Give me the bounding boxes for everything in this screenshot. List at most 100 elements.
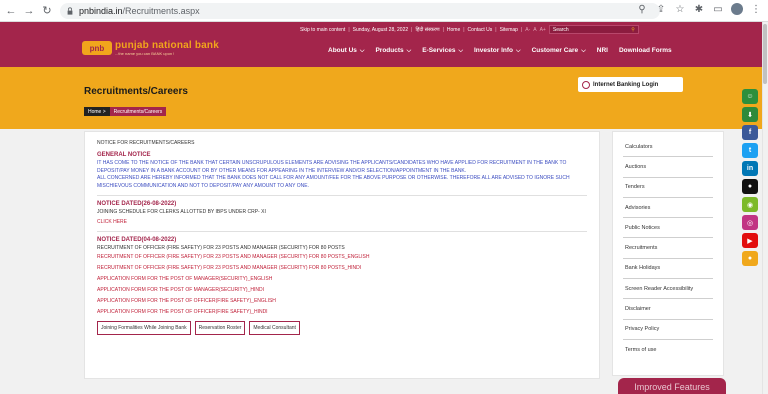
breadcrumb: Home > Recruitments/Careers xyxy=(84,107,167,116)
scrollbar-thumb[interactable] xyxy=(763,24,767,84)
general-notice-p1: IT HAS COME TO THE NOTICE OF THE BANK TH… xyxy=(97,160,567,174)
chevron-down-icon: ⌵ xyxy=(581,48,586,54)
search-input[interactable]: Search ⚲ xyxy=(548,25,639,34)
nav-label: E-Services xyxy=(422,47,456,54)
twitter-icon[interactable]: t xyxy=(742,143,758,158)
page-title: Recruitments/Careers xyxy=(84,86,188,97)
share-icon[interactable]: ⇪ xyxy=(655,3,667,15)
page-banner: Recruitments/Careers Home > Recruitments… xyxy=(0,67,762,129)
contact-link[interactable]: Contact Us xyxy=(468,27,493,33)
logo-brand: punjab national bank xyxy=(115,40,220,51)
sidebar: Calculators Auctions Tenders Advisories … xyxy=(612,131,724,376)
font-large-button[interactable]: A+ xyxy=(540,27,546,33)
chevron-down-icon: ⌵ xyxy=(516,48,521,54)
nav-label: Customer Care xyxy=(531,47,579,54)
assistant-icon[interactable]: ● xyxy=(742,251,758,266)
medical-consultant-button[interactable]: Medical Consultant xyxy=(249,321,300,335)
breadcrumb-current: Recruitments/Careers xyxy=(109,107,167,116)
chevron-down-icon: ⌵ xyxy=(359,48,365,54)
social-bar: ☺ ⬇ f t in ● ◉ ◎ ▶ ● xyxy=(742,89,758,266)
nav-label: About Us xyxy=(328,47,357,54)
breadcrumb-home[interactable]: Home > xyxy=(84,107,110,116)
reload-icon[interactable]: ↻ xyxy=(40,4,54,18)
sidebar-item-screen-reader[interactable]: Screen Reader Accessibility xyxy=(623,279,713,300)
joining-formalities-button[interactable]: Joining Formalities While Joining Bank xyxy=(97,321,191,335)
instagram-icon[interactable]: ◎ xyxy=(742,215,758,230)
sidebar-item-calculators[interactable]: Calculators xyxy=(623,137,713,158)
font-normal-button[interactable]: A xyxy=(533,27,536,33)
nav-products[interactable]: Products ⌵ xyxy=(375,47,411,55)
search-placeholder: Search xyxy=(552,26,569,33)
internet-banking-login-button[interactable]: Internet Banking Login xyxy=(578,77,683,92)
nav-investor-info[interactable]: Investor Info ⌵ xyxy=(474,47,521,55)
logo-mark: pnb xyxy=(82,41,112,55)
nav-label: Products xyxy=(375,47,404,54)
forward-icon[interactable]: → xyxy=(22,4,36,18)
sidebar-item-public-notices[interactable]: Public Notices xyxy=(623,218,713,239)
nav-customer-care[interactable]: Customer Care ⌵ xyxy=(532,47,586,55)
divider xyxy=(97,195,587,196)
general-notice-title: GENERAL NOTICE xyxy=(97,152,151,158)
sidebar-item-advisories[interactable]: Advisories xyxy=(623,198,713,219)
sidebar-item-privacy-policy[interactable]: Privacy Policy xyxy=(623,320,713,340)
pnb-logo[interactable]: pnb punjab national bank ...the name you… xyxy=(82,40,219,56)
notice1-title: NOTICE DATED(26-08-2022) xyxy=(97,201,177,207)
search-icon[interactable]: ⚲ xyxy=(631,27,635,33)
list-item-link[interactable]: RECRUITMENT OF OFFICER (FIRE SAFETY) FOR… xyxy=(97,252,587,263)
divider xyxy=(97,231,587,232)
list-item-link[interactable]: APPLICATION FORM FOR THE POST OF MANAGER… xyxy=(97,285,587,296)
general-notice-p2: ALL CONCERNED ARE HEREBY INFORMED THAT T… xyxy=(97,175,570,189)
font-small-button[interactable]: A- xyxy=(525,27,530,33)
button-row: Joining Formalities While Joining Bank R… xyxy=(97,321,587,335)
linkedin-icon[interactable]: in xyxy=(742,161,758,176)
list-item-link[interactable]: RECRUITMENT OF OFFICER (FIRE SAFETY) FOR… xyxy=(97,263,587,274)
browser-toolbar: ← → ↻ pnbindia.in/Recruitments.aspx ⚲ ⇪ … xyxy=(0,0,768,22)
login-icon xyxy=(582,80,590,89)
nav-about-us[interactable]: About Us ⌵ xyxy=(328,47,364,55)
android-icon[interactable]: ◉ xyxy=(742,197,758,212)
notice1-text: JOINING SCHEDULE FOR CLERKS ALLOTTED BY … xyxy=(97,209,266,215)
download-icon[interactable]: ⬇ xyxy=(742,107,758,122)
nav-e-services[interactable]: E-Services ⌵ xyxy=(422,47,463,55)
notice2-title: NOTICE DATED(04-08-2022) xyxy=(97,237,177,243)
hindi-link[interactable]: हिंदी संस्करण xyxy=(415,27,439,33)
lock-icon xyxy=(67,7,73,15)
list-item-link[interactable]: APPLICATION FORM FOR THE POST OF OFFICER… xyxy=(97,296,587,307)
sidebar-item-bank-holidays[interactable]: Bank Holidays xyxy=(623,259,713,280)
notice-heading: NOTICE FOR RECRUITMENTS/CAREERS xyxy=(97,140,195,146)
people-icon[interactable]: ☺ xyxy=(742,89,758,104)
nav-download-forms[interactable]: Download Forms xyxy=(619,47,672,55)
reservation-roster-button[interactable]: Reservation Roster xyxy=(194,321,246,335)
extensions-icon[interactable]: ✱ xyxy=(693,3,705,15)
improved-features-tab[interactable]: Improved Features xyxy=(618,378,726,394)
home-link[interactable]: Home xyxy=(447,27,460,33)
sidebar-item-terms-of-use[interactable]: Terms of use xyxy=(623,340,713,360)
header: Skip to main content | Sunday, August 28… xyxy=(0,22,762,67)
main-nav: About Us ⌵ Products ⌵ E-Services ⌵ Investor… xyxy=(328,47,672,55)
nav-nri[interactable]: NRI xyxy=(597,47,608,55)
notice2-list: RECRUITMENT OF OFFICER (FIRE SAFETY) FOR… xyxy=(97,245,587,318)
date-text: Sunday, August 28, 2022 xyxy=(352,26,409,33)
list-item-link[interactable]: APPLICATION FORM FOR THE POST OF MANAGER… xyxy=(97,274,587,285)
facebook-icon[interactable]: f xyxy=(742,125,758,140)
sitemap-link[interactable]: Sitemap xyxy=(500,27,518,33)
list-item-link[interactable]: APPLICATION FORM FOR THE POST OF OFFICER… xyxy=(97,307,587,318)
address-bar[interactable]: pnbindia.in/Recruitments.aspx xyxy=(60,3,660,19)
sidepanel-icon[interactable]: ▭ xyxy=(712,3,724,15)
skip-link[interactable]: Skip to main content xyxy=(300,27,345,33)
login-label: Internet Banking Login xyxy=(593,81,659,88)
click-here-link[interactable]: CLICK HERE xyxy=(97,219,587,226)
sidebar-item-recruitments[interactable]: Recruitments xyxy=(623,238,713,259)
logo-tagline: ...the name you can BANK upon ! xyxy=(115,51,175,56)
back-icon[interactable]: ← xyxy=(4,4,18,18)
apple-icon[interactable]: ● xyxy=(742,179,758,194)
profile-avatar[interactable] xyxy=(731,3,743,15)
sidebar-item-tenders[interactable]: Tenders xyxy=(623,178,713,198)
star-icon[interactable]: ☆ xyxy=(674,3,686,15)
nav-label: Investor Info xyxy=(474,47,514,54)
youtube-icon[interactable]: ▶ xyxy=(742,233,758,248)
sidebar-item-auctions[interactable]: Auctions xyxy=(623,157,713,178)
sidebar-item-disclaimer[interactable]: Disclaimer xyxy=(623,299,713,320)
zoom-icon[interactable]: ⚲ xyxy=(636,3,648,15)
menu-icon[interactable]: ⋮ xyxy=(750,3,762,15)
